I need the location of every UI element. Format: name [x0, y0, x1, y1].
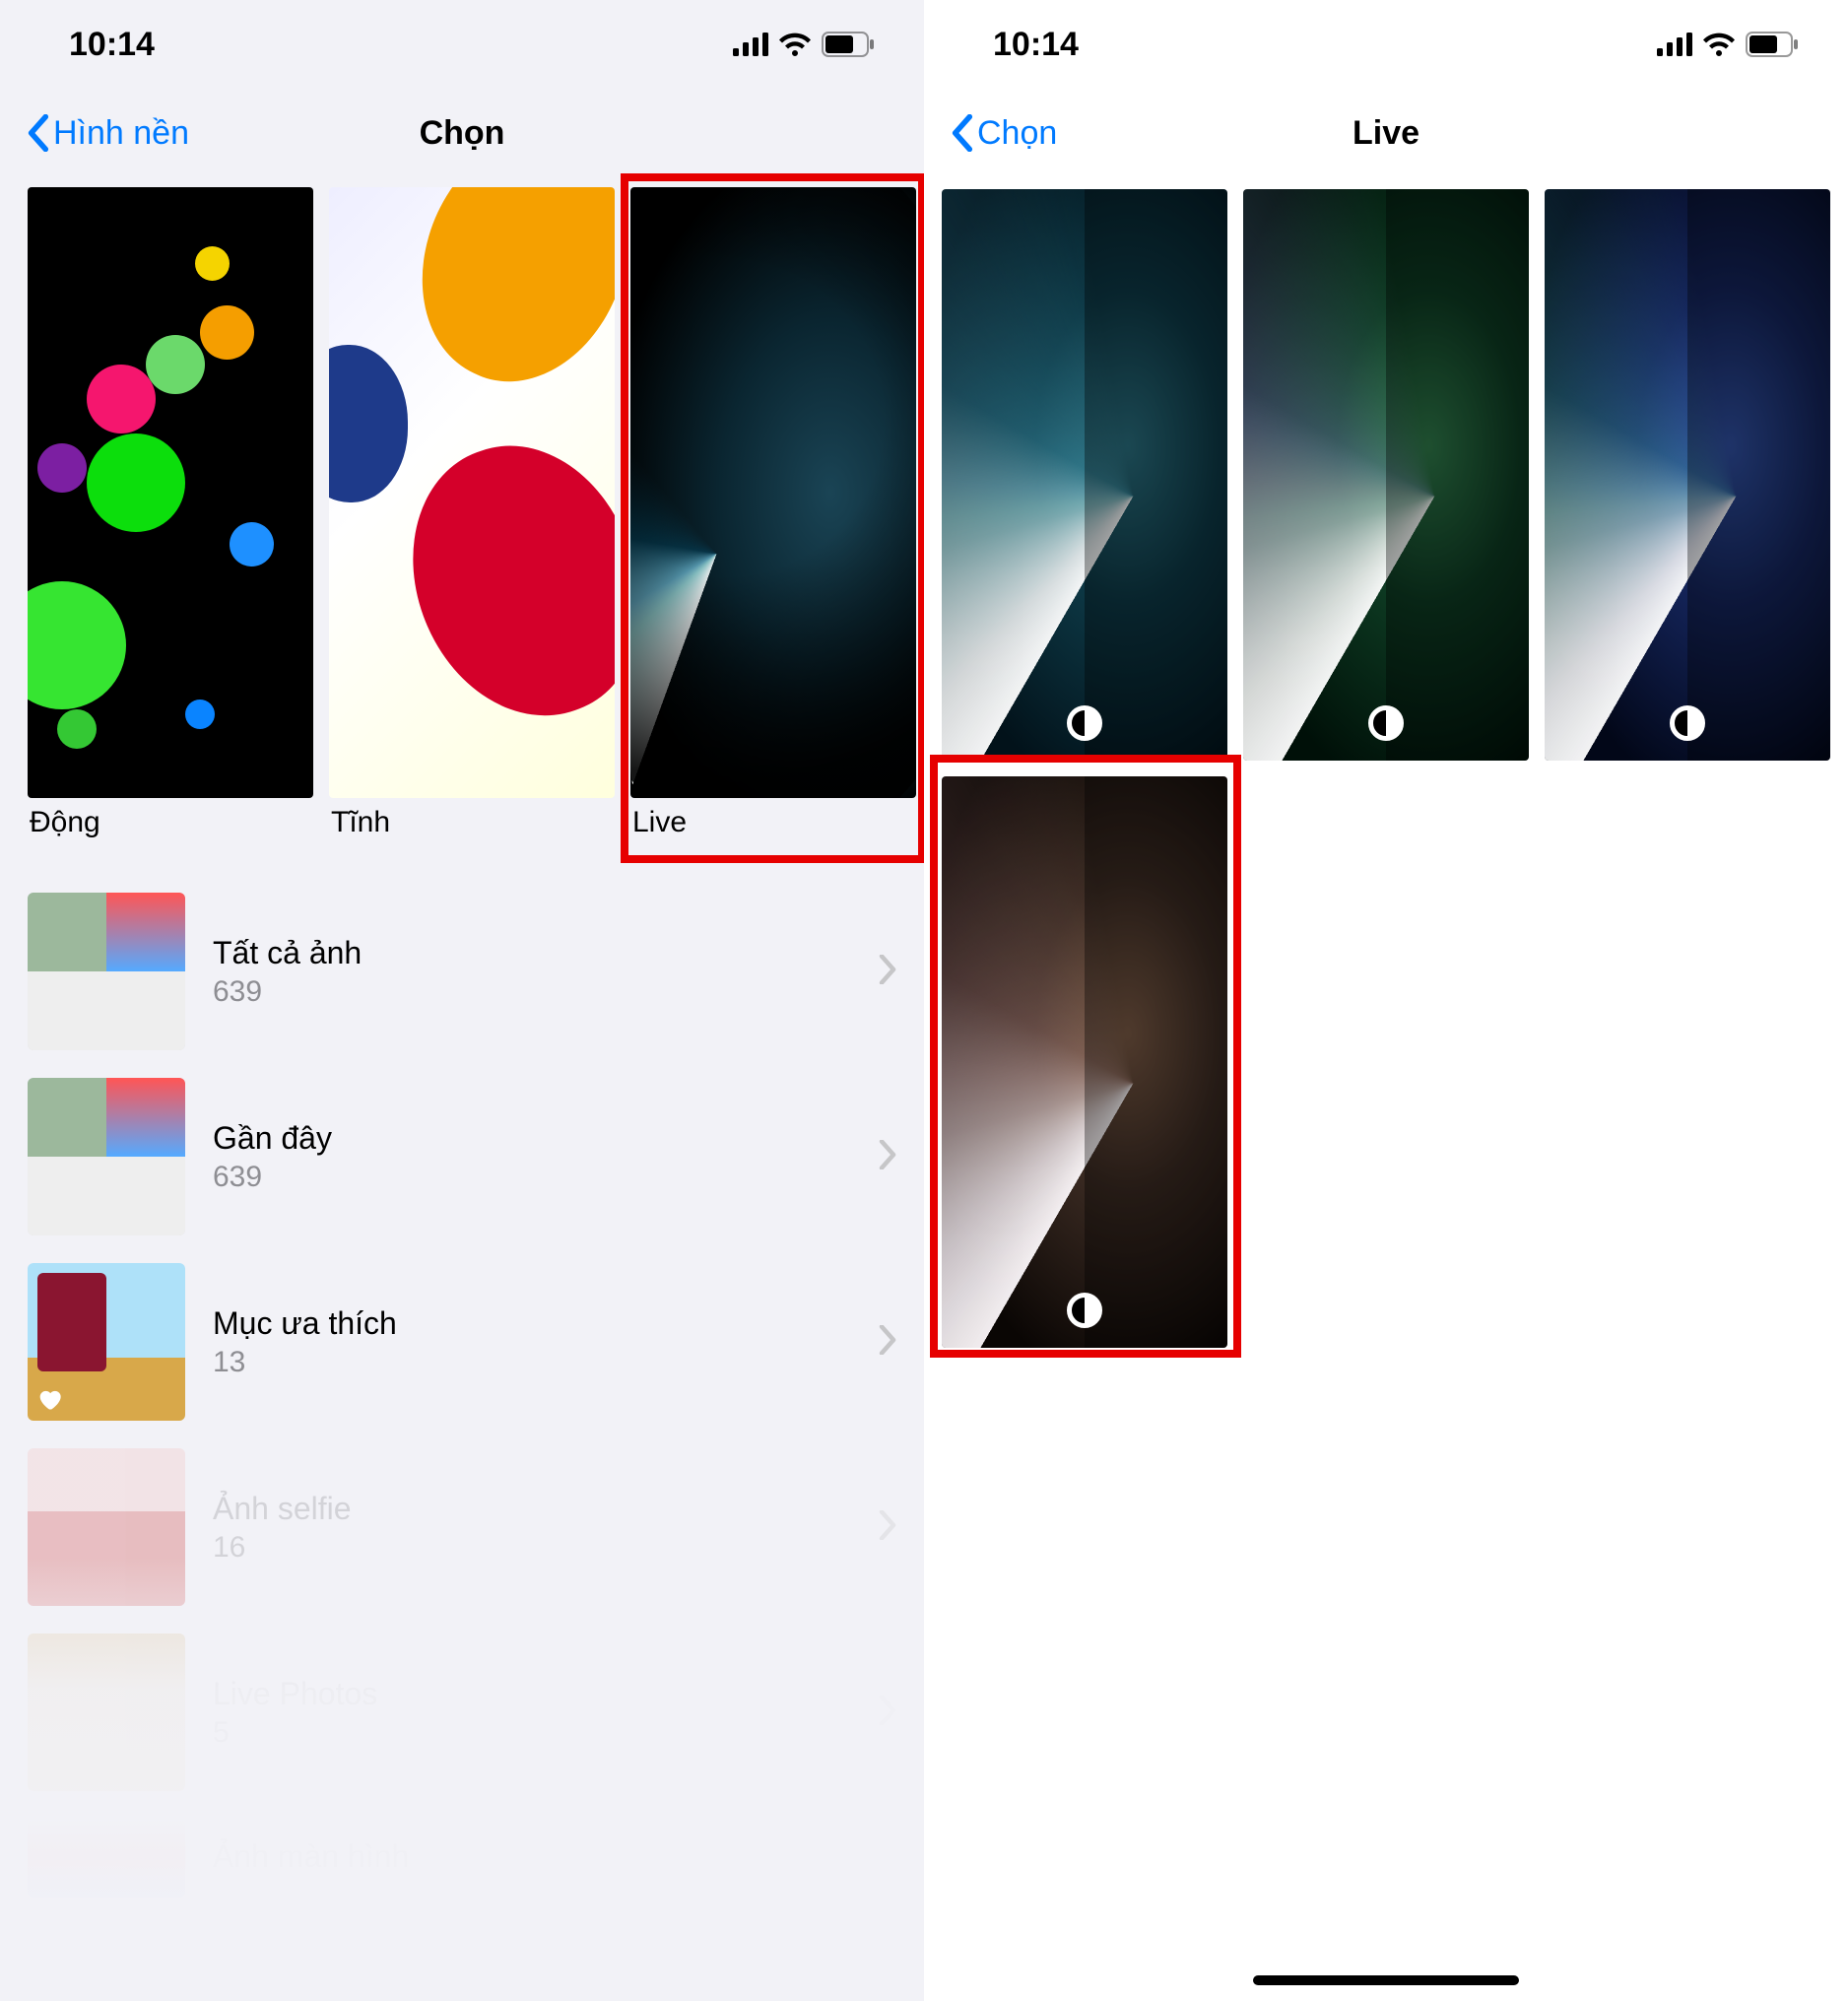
dark-light-appearance-icon [1067, 1293, 1102, 1328]
chevron-right-icon [879, 1325, 896, 1360]
page-title: Chọn [420, 114, 505, 153]
dark-light-appearance-icon [1067, 705, 1102, 741]
category-label: Động [28, 806, 313, 839]
wifi-icon [1702, 33, 1736, 56]
category-dynamic[interactable]: Động [28, 187, 313, 839]
status-time: 10:14 [69, 26, 155, 64]
album-thumbnail [28, 1263, 185, 1421]
album-row-selfies[interactable]: Ảnh selfie 16 [0, 1434, 924, 1620]
nav-bar: Chọn Live [924, 89, 1848, 177]
album-row-live-photos[interactable]: Live Photos 5 [0, 1620, 924, 1805]
status-indicators [733, 32, 875, 57]
album-title: Ảnh màn hình [213, 1838, 896, 1875]
home-indicator[interactable] [1253, 1975, 1519, 1985]
category-thumbnail [329, 187, 615, 798]
status-bar: 10:14 [0, 0, 924, 89]
album-row-screenshots[interactable]: Ảnh màn hình [0, 1805, 924, 1911]
album-count: 5 [213, 1716, 851, 1750]
phone-screen-choose: 10:14 Hình nền Chọn [0, 0, 924, 2001]
album-row-recents[interactable]: Gần đây 639 [0, 1064, 924, 1249]
album-row-all-photos[interactable]: Tất cả ảnh 639 [0, 879, 924, 1064]
battery-icon [1746, 32, 1799, 57]
album-count: 13 [213, 1346, 851, 1379]
album-thumbnail [28, 1634, 185, 1791]
wifi-icon [778, 33, 812, 56]
album-thumbnail [28, 893, 185, 1050]
category-thumbnail [630, 187, 916, 798]
album-title: Ảnh selfie [213, 1491, 851, 1527]
album-title: Tất cả ảnh [213, 935, 851, 971]
cellular-signal-icon [1657, 33, 1692, 56]
live-wallpaper-grid [924, 177, 1848, 1360]
live-wallpaper-green[interactable] [1243, 189, 1529, 761]
dark-light-appearance-icon [1368, 705, 1404, 741]
status-bar: 10:14 [924, 0, 1848, 89]
album-list: Tất cả ảnh 639 Gần đây 639 Mục ưa thích [0, 879, 924, 1911]
status-time: 10:14 [993, 26, 1079, 64]
chevron-right-icon [879, 1510, 896, 1545]
album-count: 639 [213, 975, 851, 1009]
back-label: Hình nền [53, 114, 189, 153]
live-wallpaper-teal[interactable] [942, 189, 1227, 761]
album-thumbnail [28, 1448, 185, 1606]
chevron-right-icon [879, 955, 896, 989]
chevron-left-icon [28, 114, 49, 152]
category-live[interactable]: Live [630, 187, 916, 839]
album-row-favorites[interactable]: Mục ưa thích 13 [0, 1249, 924, 1434]
nav-bar: Hình nền Chọn [0, 89, 924, 177]
back-button[interactable]: Hình nền [28, 114, 189, 153]
chevron-left-icon [952, 114, 973, 152]
album-thumbnail [28, 1819, 185, 1898]
live-wallpaper-bronze[interactable] [942, 776, 1227, 1348]
page-title: Live [1353, 114, 1419, 153]
album-thumbnail [28, 1078, 185, 1235]
phone-screen-live: 10:14 Chọn Live [924, 0, 1848, 2001]
cellular-signal-icon [733, 33, 768, 56]
heart-icon [35, 1385, 63, 1413]
chevron-right-icon [879, 1696, 896, 1730]
category-label: Tĩnh [329, 806, 615, 839]
dark-light-appearance-icon [1670, 705, 1705, 741]
live-wallpaper-blue[interactable] [1545, 189, 1830, 761]
album-title: Mục ưa thích [213, 1305, 851, 1342]
category-still[interactable]: Tĩnh [329, 187, 615, 839]
battery-icon [822, 32, 875, 57]
wallpaper-category-row: Động Tĩnh Live [0, 177, 924, 839]
status-indicators [1657, 32, 1799, 57]
category-label: Live [630, 806, 916, 839]
album-title: Gần đây [213, 1120, 851, 1157]
chevron-right-icon [879, 1140, 896, 1174]
album-count: 16 [213, 1531, 851, 1565]
album-title: Live Photos [213, 1676, 851, 1712]
back-button[interactable]: Chọn [952, 114, 1057, 153]
album-count: 639 [213, 1161, 851, 1194]
category-thumbnail [28, 187, 313, 798]
back-label: Chọn [977, 114, 1057, 153]
